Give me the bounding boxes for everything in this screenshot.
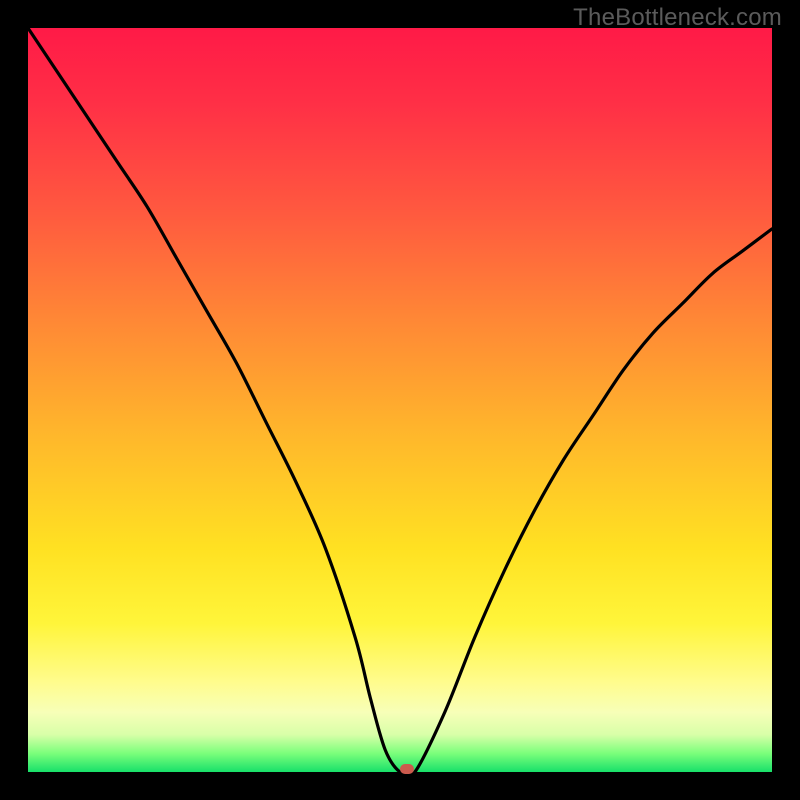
optimum-marker	[400, 764, 414, 774]
plot-area	[28, 28, 772, 772]
bottleneck-curve	[28, 28, 772, 772]
chart-container: TheBottleneck.com	[0, 0, 800, 800]
